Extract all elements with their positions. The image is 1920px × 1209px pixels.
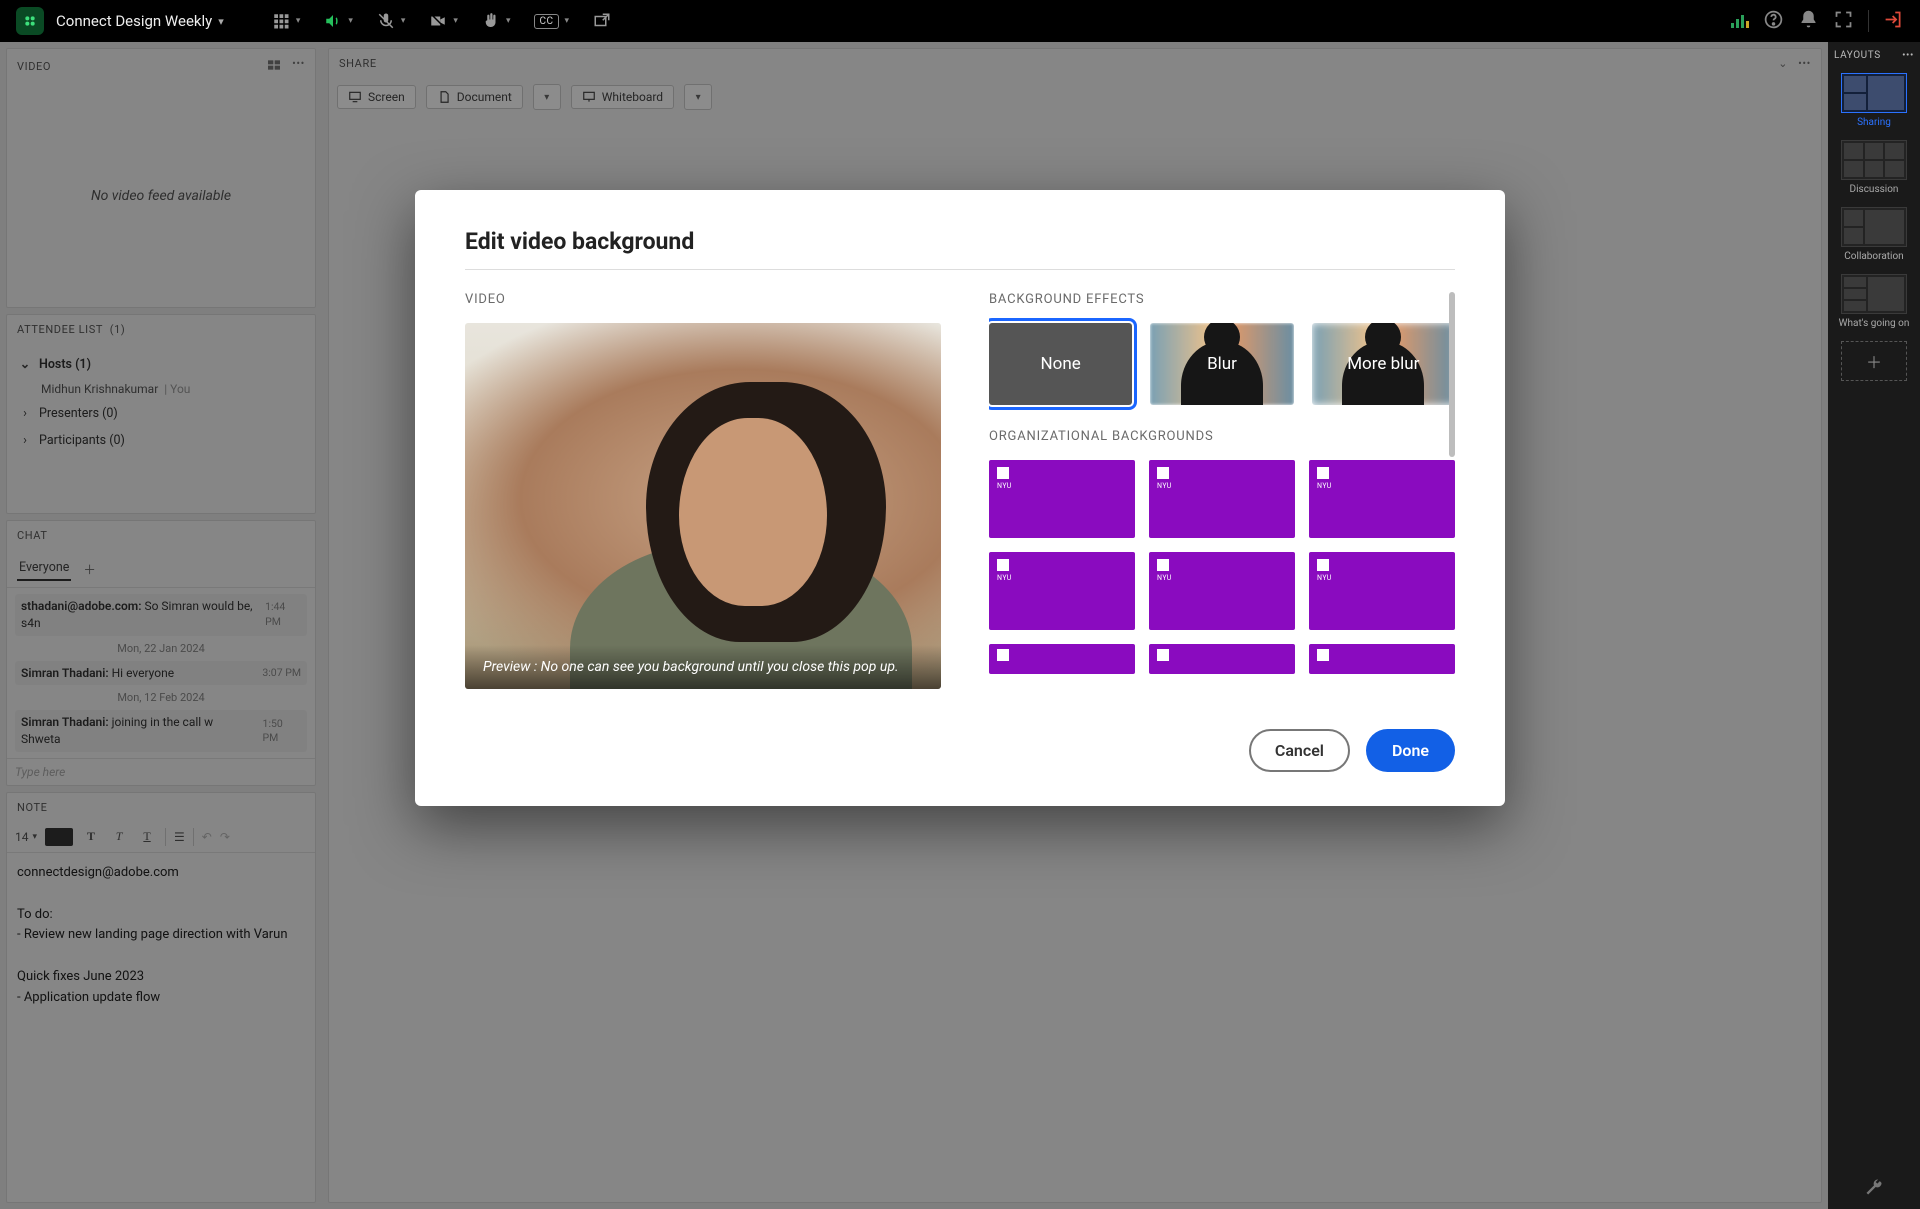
org-bg-tile[interactable] <box>989 460 1135 538</box>
org-bg-tile[interactable] <box>1149 644 1295 674</box>
modal-overlay: Edit video background VIDEO Preview : No… <box>0 0 1920 1209</box>
org-bg-tile[interactable] <box>1149 460 1295 538</box>
bg-option-more-blur[interactable]: More blur <box>1312 323 1455 405</box>
bg-scrollbar[interactable] <box>1449 292 1455 457</box>
org-bg-tile[interactable] <box>989 552 1135 630</box>
org-bg-label: ORGANIZATIONAL BACKGROUNDS <box>989 429 1455 444</box>
org-bg-tile[interactable] <box>1309 460 1455 538</box>
bg-effects-label: BACKGROUND EFFECTS <box>989 292 1455 307</box>
org-bg-tile[interactable] <box>1149 552 1295 630</box>
org-bg-tile[interactable] <box>1309 644 1455 674</box>
cancel-button[interactable]: Cancel <box>1249 729 1350 772</box>
edit-video-background-modal: Edit video background VIDEO Preview : No… <box>415 190 1505 806</box>
modal-title: Edit video background <box>465 228 1455 255</box>
bg-option-none[interactable]: None <box>989 323 1132 405</box>
video-preview: Preview : No one can see you background … <box>465 323 941 689</box>
modal-video-label: VIDEO <box>465 292 941 307</box>
preview-caption: Preview : No one can see you background … <box>465 645 941 689</box>
org-bg-tile[interactable] <box>1309 552 1455 630</box>
bg-option-blur[interactable]: Blur <box>1150 323 1293 405</box>
org-bg-tile[interactable] <box>989 644 1135 674</box>
done-button[interactable]: Done <box>1366 729 1455 772</box>
